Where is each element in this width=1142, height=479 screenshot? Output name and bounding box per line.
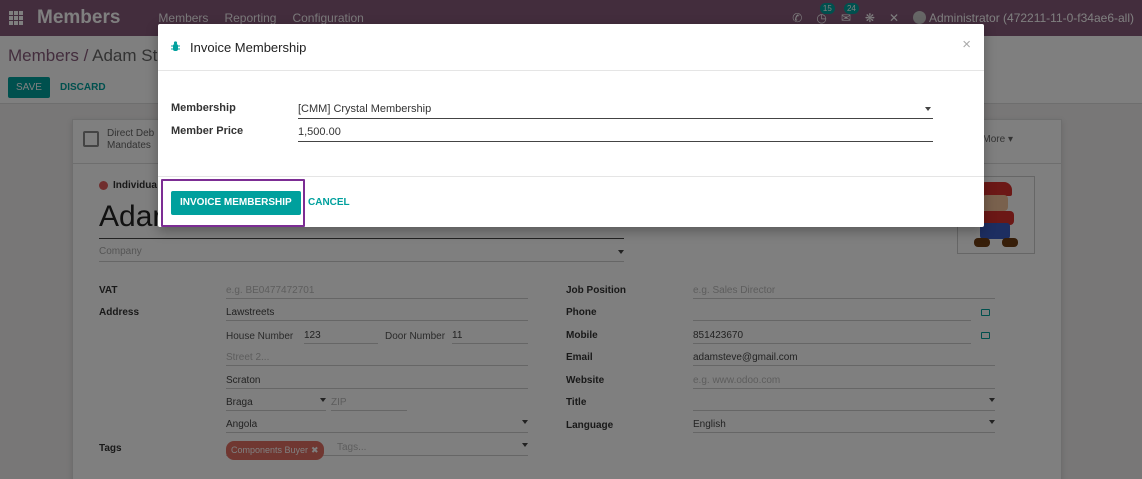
invoice-membership-button[interactable]: INVOICE MEMBERSHIP: [171, 191, 301, 215]
caret-down-icon: [925, 107, 931, 111]
cancel-button[interactable]: CANCEL: [308, 197, 350, 208]
modal-footer: INVOICE MEMBERSHIP CANCEL: [158, 176, 984, 227]
modal-title: Invoice Membership: [190, 40, 307, 55]
membership-label: Membership: [171, 102, 236, 114]
member-price-input[interactable]: 1,500.00: [298, 122, 933, 142]
member-price-label: Member Price: [171, 125, 244, 137]
invoice-membership-dialog: Invoice Membership × Membership [CMM] Cr…: [158, 24, 984, 227]
modal-header: Invoice Membership ×: [158, 24, 984, 71]
membership-select[interactable]: [CMM] Crystal Membership: [298, 99, 933, 119]
bug-icon: [171, 41, 180, 51]
membership-value: [CMM] Crystal Membership: [298, 103, 432, 115]
close-icon[interactable]: ×: [962, 36, 971, 53]
